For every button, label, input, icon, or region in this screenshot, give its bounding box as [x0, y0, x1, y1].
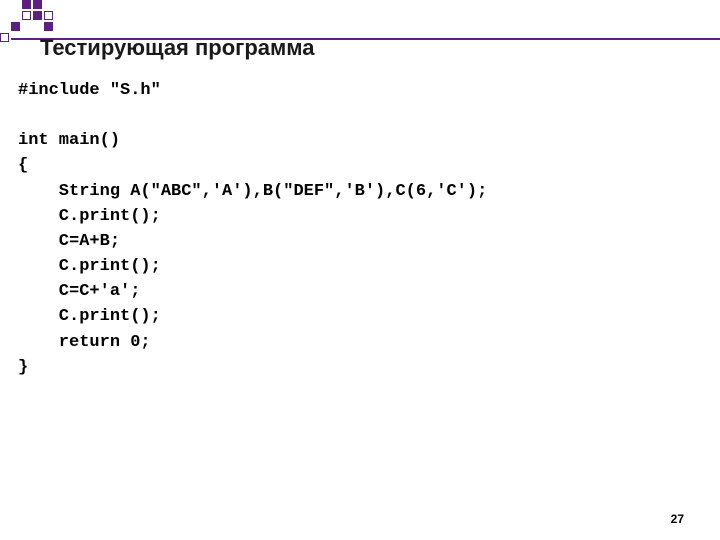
- code-line: {: [18, 156, 28, 175]
- code-line: C.print();: [18, 307, 161, 326]
- deco-square: [22, 0, 31, 9]
- code-line: C.print();: [18, 207, 161, 226]
- page-number: 27: [671, 512, 684, 526]
- code-block: #include "S.h" int main() { String A("AB…: [18, 78, 487, 380]
- code-line: C=A+B;: [18, 232, 120, 251]
- deco-square: [11, 22, 20, 31]
- deco-square-outline: [22, 11, 31, 20]
- slide-title: Тестирующая программа: [40, 35, 315, 61]
- deco-square: [33, 0, 42, 9]
- code-line: С=С+'а';: [18, 282, 140, 301]
- deco-square-outline: [44, 11, 53, 20]
- code-line: String A("ABC",'A'),B("DEF",'B'),C(6,'C'…: [18, 182, 487, 201]
- deco-square: [44, 22, 53, 31]
- deco-square-outline: [0, 33, 9, 42]
- code-line: return 0;: [18, 333, 151, 352]
- deco-square: [33, 11, 42, 20]
- code-line: }: [18, 358, 28, 377]
- code-line: C.print();: [18, 257, 161, 276]
- code-line: int main(): [18, 131, 120, 150]
- code-line: #include "S.h": [18, 81, 161, 100]
